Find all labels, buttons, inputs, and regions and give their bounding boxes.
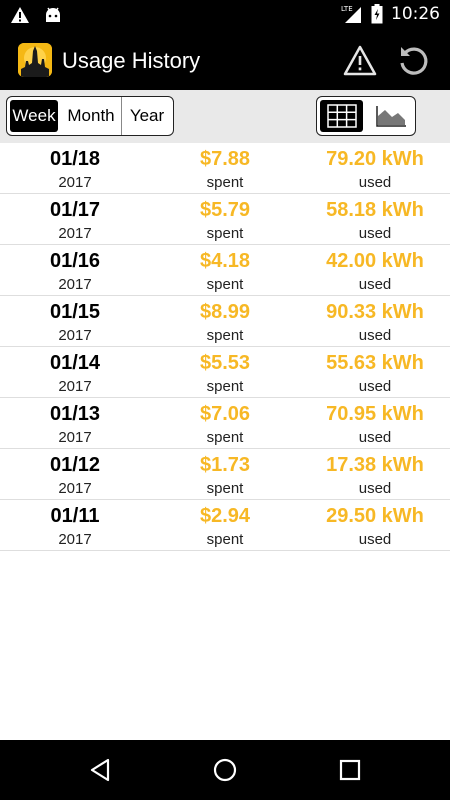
row-date: 01/15	[49, 301, 101, 323]
row-used-label: used	[358, 225, 392, 242]
row-energy-used: 17.38 kWh	[326, 454, 424, 476]
tab-year[interactable]: Year	[122, 97, 172, 135]
row-year: 2017	[58, 480, 92, 497]
system-status: LTE 10:26	[341, 4, 440, 24]
notification-icons	[10, 6, 62, 24]
row-cost: $5.79	[199, 199, 251, 221]
row-year: 2017	[58, 531, 92, 548]
row-cost: $4.18	[199, 250, 251, 272]
row-used-label: used	[358, 174, 392, 191]
list-item[interactable]: 01/12 2017 $1.73 spent 17.38 kWh used	[0, 449, 450, 500]
warning-icon	[343, 45, 377, 76]
app-logo	[18, 43, 52, 77]
list-item[interactable]: 01/15 2017 $8.99 spent 90.33 kWh used	[0, 296, 450, 347]
row-spent-label: spent	[206, 225, 244, 242]
row-used-label: used	[358, 429, 392, 446]
row-year: 2017	[58, 225, 92, 242]
app-bar: Usage History	[0, 32, 450, 90]
system-nav-bar	[0, 740, 450, 800]
refresh-icon	[400, 47, 428, 75]
row-used-label: used	[358, 276, 392, 293]
area-chart-icon	[375, 106, 406, 127]
back-button[interactable]	[88, 757, 114, 783]
android-notification-icon	[46, 7, 60, 22]
tab-month[interactable]: Month	[61, 97, 122, 135]
network-type-label: LTE	[341, 5, 353, 13]
row-date: 01/14	[49, 352, 101, 374]
home-icon	[213, 758, 237, 782]
row-energy-used: 55.63 kWh	[326, 352, 424, 374]
table-view-button[interactable]	[320, 100, 363, 132]
row-energy-used: 70.95 kWh	[326, 403, 424, 425]
row-used-label: used	[358, 378, 392, 395]
usage-list[interactable]: 01/18 2017 $7.88 spent 79.20 kWh used 01/17 201…	[0, 143, 450, 551]
status-bar: LTE 10:26	[0, 0, 450, 32]
row-energy-used: 79.20 kWh	[326, 148, 424, 170]
row-year: 2017	[58, 174, 92, 191]
row-energy-used: 29.50 kWh	[326, 505, 424, 527]
list-item[interactable]: 01/16 2017 $4.18 spent 42.00 kWh used	[0, 245, 450, 296]
row-date: 01/16	[49, 250, 101, 272]
battery-icon	[371, 4, 383, 24]
signal-lte-icon: LTE	[341, 5, 361, 23]
alert-button[interactable]	[342, 44, 378, 78]
row-spent-label: spent	[206, 327, 244, 344]
recents-button[interactable]	[337, 757, 363, 783]
row-cost: $7.88	[199, 148, 251, 170]
row-energy-used: 42.00 kWh	[326, 250, 424, 272]
row-spent-label: spent	[206, 429, 244, 446]
page-title: Usage History	[62, 48, 201, 73]
row-spent-label: spent	[206, 480, 244, 497]
tab-week-label: Week	[12, 106, 56, 125]
list-item[interactable]: 01/11 2017 $2.94 spent 29.50 kWh used	[0, 500, 450, 551]
tab-week[interactable]: Week	[10, 100, 58, 132]
table-icon	[326, 104, 357, 128]
row-cost: $8.99	[199, 301, 251, 323]
chart-view-button[interactable]	[366, 97, 415, 135]
period-selector: Week Month Year	[6, 96, 174, 136]
row-date: 01/11	[50, 505, 100, 527]
row-spent-label: spent	[206, 276, 244, 293]
row-used-label: used	[358, 531, 392, 548]
row-cost: $5.53	[199, 352, 251, 374]
row-date: 01/17	[49, 199, 101, 221]
list-item[interactable]: 01/17 2017 $5.79 spent 58.18 kWh used	[0, 194, 450, 245]
row-spent-label: spent	[206, 174, 244, 191]
row-year: 2017	[58, 429, 92, 446]
tab-year-label: Year	[129, 106, 165, 125]
refresh-button[interactable]	[396, 43, 432, 79]
row-cost: $7.06	[199, 403, 251, 425]
tab-month-label: Month	[67, 106, 115, 125]
row-date: 01/13	[49, 403, 101, 425]
row-spent-label: spent	[206, 378, 244, 395]
list-item[interactable]: 01/18 2017 $7.88 spent 79.20 kWh used	[0, 143, 450, 194]
back-icon	[90, 758, 110, 782]
row-cost: $1.73	[199, 454, 251, 476]
warning-notification-icon	[11, 7, 29, 23]
row-year: 2017	[58, 327, 92, 344]
row-energy-used: 90.33 kWh	[326, 301, 424, 323]
row-year: 2017	[58, 378, 92, 395]
row-used-label: used	[358, 327, 392, 344]
recents-icon	[339, 759, 361, 781]
row-energy-used: 58.18 kWh	[326, 199, 424, 221]
row-spent-label: spent	[206, 531, 244, 548]
clock: 10:26	[391, 4, 440, 24]
row-year: 2017	[58, 276, 92, 293]
list-item[interactable]: 01/14 2017 $5.53 spent 55.63 kWh used	[0, 347, 450, 398]
row-cost: $2.94	[199, 505, 251, 527]
row-date: 01/18	[49, 148, 101, 170]
row-used-label: used	[358, 480, 392, 497]
view-toggle	[316, 96, 416, 136]
filter-toolbar: Week Month Year	[0, 90, 450, 143]
row-date: 01/12	[49, 454, 101, 476]
home-button[interactable]	[212, 757, 238, 783]
list-item[interactable]: 01/13 2017 $7.06 spent 70.95 kWh used	[0, 398, 450, 449]
